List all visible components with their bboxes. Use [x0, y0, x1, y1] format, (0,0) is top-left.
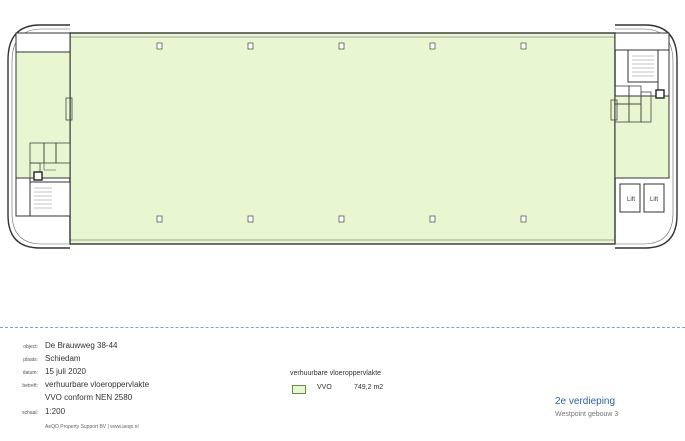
info-value: De Brauwweg 38-44 [45, 341, 118, 350]
lift-label: Lift [627, 197, 635, 203]
floor-title: 2e verdieping [555, 396, 616, 407]
floor-plan: Lift Lift [7, 24, 678, 249]
info-key: schaal: [22, 410, 38, 416]
info-key: plaats: [23, 357, 38, 363]
info-key: datum: [22, 370, 38, 376]
lift-label: Lift [650, 197, 658, 203]
info-key: object: [23, 344, 38, 350]
company-footer: AeQO Property Support BV | www.aeqo.nl [45, 424, 139, 430]
dashed-divider [0, 327, 685, 328]
info-value: 1:200 [45, 407, 66, 416]
legend-label: VVO [317, 384, 332, 391]
legend-swatch-vvo [292, 385, 306, 394]
right-wing: Lift Lift [610, 24, 678, 249]
legend: verhuurbare vloeroppervlakte VVO 749,2 m… [290, 370, 440, 400]
rentable-floor-area [69, 32, 616, 245]
info-value: verhuurbare vloeroppervlakte [45, 380, 150, 389]
left-wing [7, 24, 73, 249]
info-key: betreft: [22, 383, 38, 389]
info-value: 15 juli 2020 [45, 367, 86, 376]
legend-value: 749,2 m2 [354, 384, 384, 391]
info-value: Schiedam [45, 354, 81, 363]
stair-right-top [627, 49, 659, 83]
stair-left-top [15, 32, 71, 53]
stair-left-bottom [29, 181, 71, 217]
legend-title: verhuurbare vloeroppervlakte [290, 370, 382, 377]
building-title: Westpoint gebouw 3 [555, 411, 619, 418]
info-value: VVO conform NEN 2580 [45, 393, 133, 402]
